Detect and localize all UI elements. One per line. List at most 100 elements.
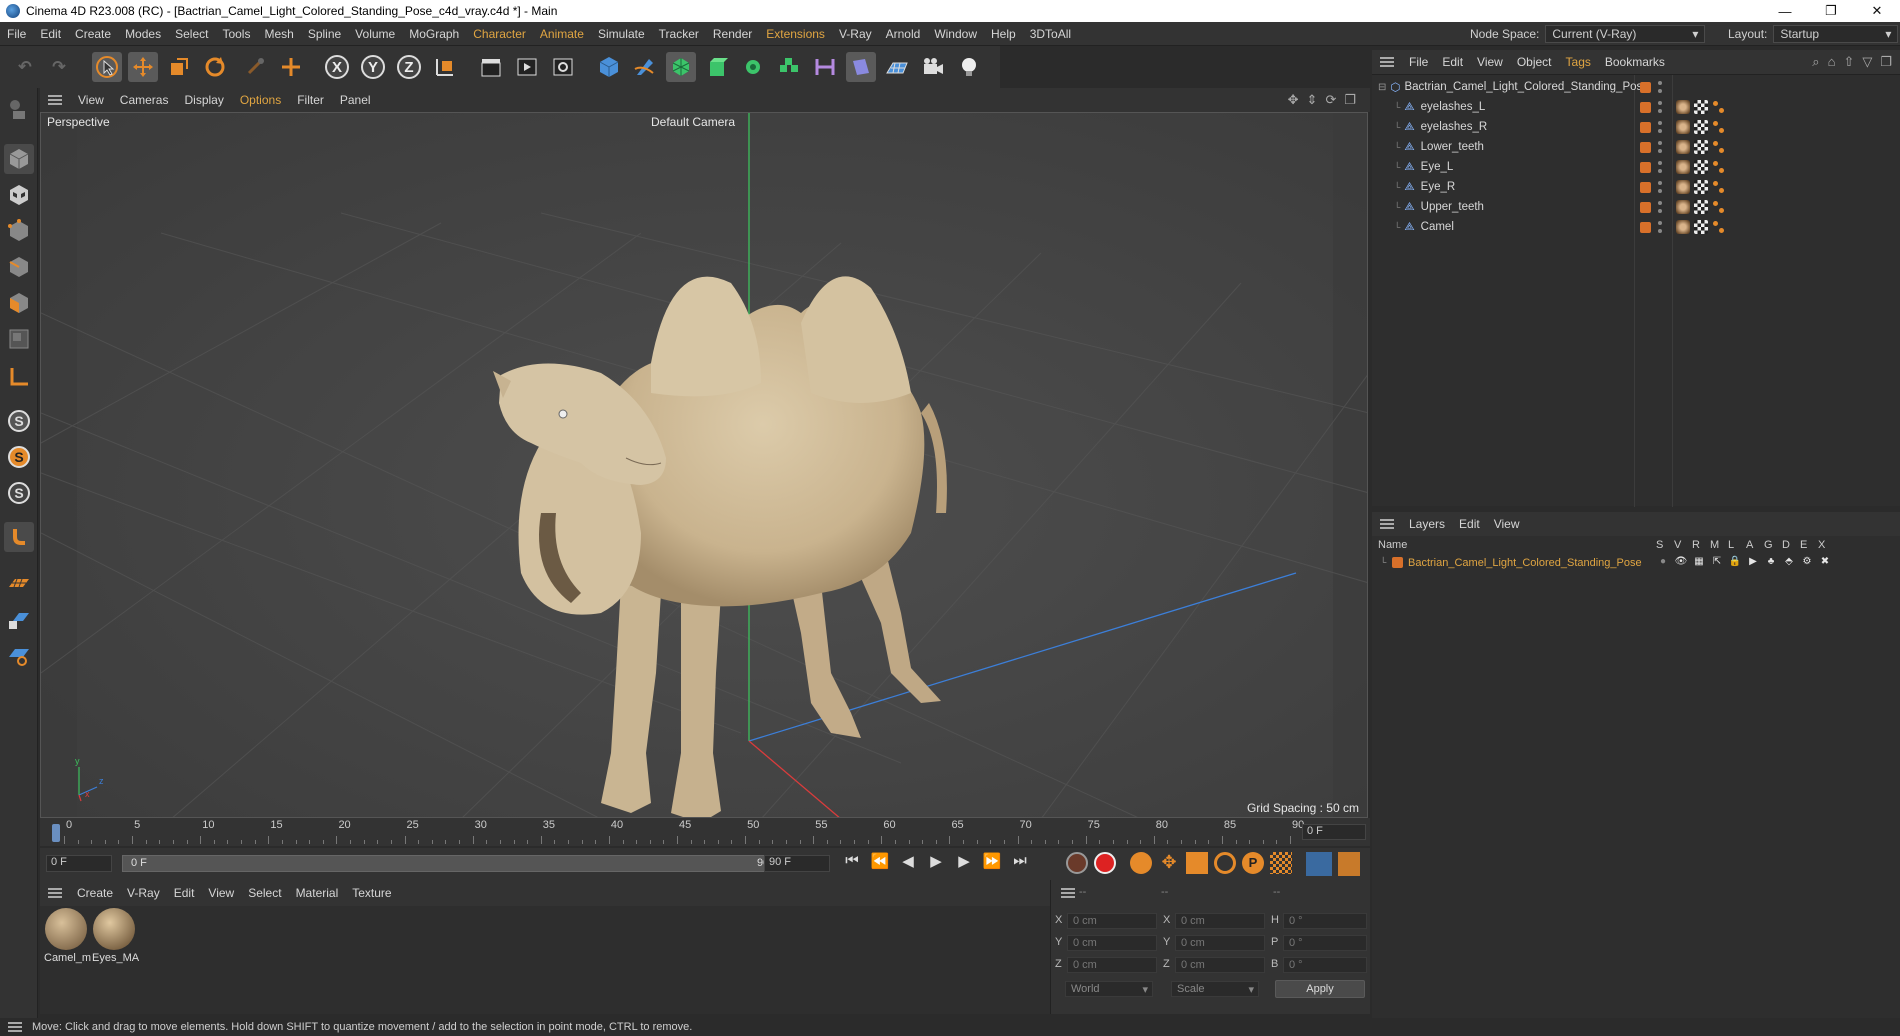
visibility-dots[interactable] — [1658, 121, 1662, 133]
vray-tag-icon[interactable] — [1712, 220, 1724, 234]
viewport-menu-view[interactable]: View — [70, 93, 112, 107]
redo-button[interactable]: ↷ — [44, 52, 74, 82]
visibility-dots[interactable] — [1658, 81, 1662, 93]
object-row-root[interactable]: ⊟ ⬡ Bactrian_Camel_Light_Colored_Standin… — [1372, 77, 1900, 97]
next-frame-icon[interactable]: ▶ — [952, 852, 976, 870]
node-space-dropdown[interactable]: Current (V-Ray) ▾ — [1545, 25, 1706, 43]
viewport-menu-cameras[interactable]: Cameras — [112, 93, 177, 107]
material-menu-edit[interactable]: Edit — [167, 886, 202, 900]
texture-tag-icon[interactable] — [1694, 220, 1708, 234]
menu-select[interactable]: Select — [168, 27, 215, 41]
deformer-icon[interactable]: ⬘ — [1782, 556, 1796, 567]
viewport-menu-panel[interactable]: Panel — [332, 93, 379, 107]
rot-h-field[interactable]: 0 ° — [1283, 913, 1367, 929]
model-mode-button[interactable] — [4, 144, 34, 174]
coordinate-mode-dropdown[interactable]: World ▾ — [1065, 981, 1153, 997]
object-row[interactable]: └ ⟁ eyelashes_R — [1372, 117, 1900, 137]
camel-model[interactable] — [493, 276, 947, 818]
current-frame-field[interactable]: 0 F — [1302, 824, 1366, 840]
z-axis-lock-button[interactable]: Z — [394, 52, 424, 82]
light-button[interactable] — [954, 52, 984, 82]
mograph-effector-button[interactable] — [774, 52, 804, 82]
vray-tag-icon[interactable] — [1712, 160, 1724, 174]
extrude-button[interactable] — [702, 52, 732, 82]
visibility-dots[interactable] — [1658, 181, 1662, 193]
floor-button[interactable] — [882, 52, 912, 82]
polygon-mode-button[interactable] — [4, 288, 34, 318]
manager-icon[interactable]: ⇱ — [1710, 556, 1724, 567]
new-window-icon[interactable]: ❐ — [1880, 54, 1892, 70]
pos-y-field[interactable]: 0 cm — [1067, 935, 1157, 951]
layer-row[interactable]: └ Bactrian_Camel_Light_Colored_Standing_… — [1372, 554, 1900, 572]
visibility-dots[interactable] — [1658, 101, 1662, 113]
undo-button[interactable]: ↶ — [10, 52, 40, 82]
perspective-viewport[interactable]: Perspective Default Camera Grid Spacing … — [40, 112, 1368, 818]
texture-tag-icon[interactable] — [1694, 180, 1708, 194]
layer-color-swatch[interactable] — [1640, 221, 1651, 233]
material-menu-icon[interactable] — [48, 888, 62, 898]
object-menu-tags[interactable]: Tags — [1559, 55, 1598, 69]
previous-key-icon[interactable]: ⏪ — [868, 852, 892, 870]
menu-animate[interactable]: Animate — [533, 27, 591, 41]
material-slot[interactable]: Camel_m — [44, 908, 91, 964]
size-x-field[interactable]: 0 cm — [1175, 913, 1265, 929]
record-keys-icon[interactable] — [1066, 852, 1088, 874]
material-tag-icon[interactable] — [1676, 200, 1690, 214]
collapse-icon[interactable]: ⊟ — [1378, 82, 1386, 93]
render-view-button[interactable] — [476, 52, 506, 82]
pos-z-field[interactable]: 0 cm — [1067, 957, 1157, 973]
go-to-end-icon[interactable]: ⏭ — [1008, 852, 1032, 870]
timeline-window-icon[interactable] — [1338, 852, 1360, 876]
render-picture-viewer-button[interactable] — [512, 52, 542, 82]
timeline-ruler[interactable]: 0 5 10 15 20 25 30 35 40 45 50 55 60 65 70 75 80 85 90 0 F — [40, 818, 1370, 846]
apply-button[interactable]: Apply — [1275, 980, 1365, 998]
texture-tag-icon[interactable] — [1694, 200, 1708, 214]
next-key-icon[interactable]: ⏩ — [980, 852, 1004, 870]
quantize-button[interactable]: S — [4, 478, 34, 508]
scale-key-icon[interactable] — [1186, 852, 1208, 874]
restore-button[interactable]: ❐ — [1808, 0, 1854, 22]
layer-name[interactable]: Bactrian_Camel_Light_Colored_Standing_Po… — [1408, 557, 1642, 569]
vray-tag-icon[interactable] — [1712, 120, 1724, 134]
animation-icon[interactable]: ▶ — [1746, 556, 1760, 567]
solo-dot-icon[interactable]: ● — [1656, 556, 1670, 567]
end-frame-field[interactable]: 90 F — [764, 855, 830, 872]
live-selection-button[interactable] — [92, 52, 122, 82]
material-menu-vray[interactable]: V-Ray — [120, 886, 167, 900]
cube-object-button[interactable] — [594, 52, 624, 82]
visibility-dots[interactable] — [1658, 161, 1662, 173]
menu-edit[interactable]: Edit — [33, 27, 68, 41]
material-menu-create[interactable]: Create — [70, 886, 120, 900]
object-row[interactable]: └ ⟁ Upper_teeth — [1372, 197, 1900, 217]
object-row[interactable]: └ ⟁ Eye_L — [1372, 157, 1900, 177]
render-icon[interactable]: ▦ — [1692, 556, 1706, 567]
axis-mode-button[interactable] — [4, 362, 34, 392]
object-row[interactable]: └ ⟁ Eye_R — [1372, 177, 1900, 197]
pla-key-icon[interactable] — [1270, 852, 1292, 874]
material-menu-select[interactable]: Select — [241, 886, 288, 900]
subdivision-button[interactable] — [666, 52, 696, 82]
texture-tag-icon[interactable] — [1694, 100, 1708, 114]
menu-modes[interactable]: Modes — [118, 27, 168, 41]
locked-workplane-button[interactable] — [4, 604, 34, 634]
layer-color-swatch[interactable] — [1640, 201, 1651, 213]
object-menu-icon[interactable] — [1380, 57, 1394, 67]
frame-range-slider[interactable]: 0 F 90 F — [122, 855, 792, 872]
start-frame-field[interactable]: 0 F — [46, 855, 112, 872]
lock-icon[interactable]: 🔒 — [1728, 556, 1742, 567]
y-axis-lock-button[interactable]: Y — [358, 52, 388, 82]
object-menu-object[interactable]: Object — [1510, 55, 1559, 69]
rot-p-field[interactable]: 0 ° — [1283, 935, 1367, 951]
coordinate-system-button[interactable] — [430, 52, 460, 82]
parameter-key-icon[interactable]: P — [1242, 852, 1264, 874]
menu-extensions[interactable]: Extensions — [759, 27, 832, 41]
object-row[interactable]: └ ⟁ Lower_teeth — [1372, 137, 1900, 157]
menu-mograph[interactable]: MoGraph — [402, 27, 466, 41]
material-menu-texture[interactable]: Texture — [345, 886, 398, 900]
vray-tag-icon[interactable] — [1712, 180, 1724, 194]
maximize-view-icon[interactable]: ❐ — [1344, 92, 1356, 108]
x-axis-lock-button[interactable]: X — [322, 52, 352, 82]
vray-tag-icon[interactable] — [1712, 100, 1724, 114]
layer-color-swatch[interactable] — [1640, 141, 1651, 153]
viewport-menu-options[interactable]: Options — [232, 93, 289, 107]
